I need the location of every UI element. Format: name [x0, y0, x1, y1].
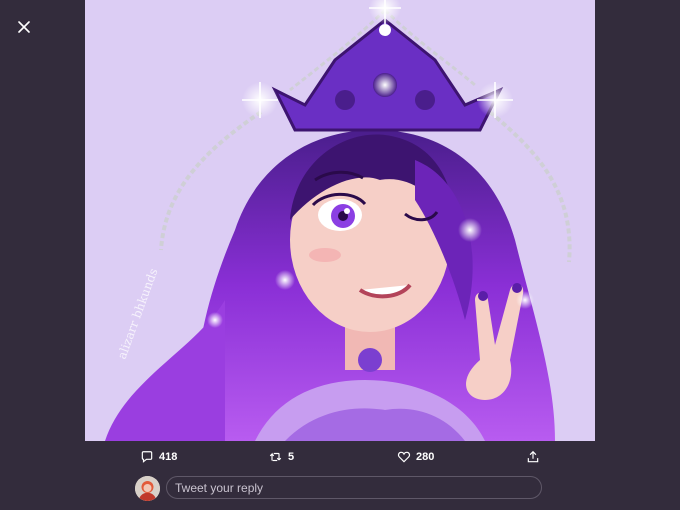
heart-icon: [397, 451, 411, 463]
reply-button[interactable]: 418: [140, 444, 177, 470]
share-icon: [527, 450, 539, 463]
like-count: 280: [416, 451, 435, 463]
tweet-action-bar: 418 5 280: [130, 444, 550, 470]
avatar-image: [135, 476, 160, 501]
avatar: [135, 476, 160, 501]
share-button[interactable]: [526, 444, 540, 470]
close-icon: [18, 21, 30, 33]
reply-composer: [135, 475, 547, 503]
like-button[interactable]: 280: [397, 444, 434, 470]
tweet-image: alizarr bhkunds: [85, 0, 595, 441]
retweet-icon: [269, 452, 282, 462]
close-button[interactable]: [12, 15, 36, 39]
reply-input[interactable]: [166, 476, 542, 499]
retweet-count: 5: [288, 451, 295, 463]
reply-icon: [141, 451, 153, 463]
anime-portrait-illustration: alizarr bhkunds: [85, 0, 595, 441]
reply-count: 418: [159, 451, 178, 463]
retweet-button[interactable]: 5: [268, 444, 294, 470]
